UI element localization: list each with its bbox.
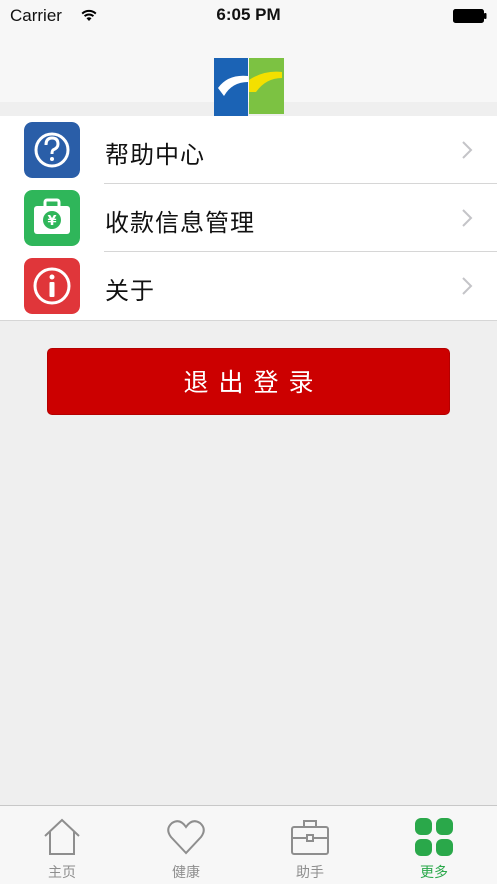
- menu-item-about[interactable]: 关于: [0, 252, 497, 320]
- info-icon: [24, 258, 80, 314]
- battery-icon: [453, 9, 487, 23]
- menu-item-payment-info[interactable]: ¥ 收款信息管理: [0, 184, 497, 252]
- tab-more[interactable]: 更多: [372, 806, 496, 884]
- chevron-right-icon: [462, 209, 473, 227]
- menu-item-label: 关于: [105, 277, 155, 305]
- chevron-right-icon: [462, 277, 473, 295]
- briefcase-icon: [291, 820, 329, 855]
- tab-home[interactable]: 主页: [0, 806, 124, 884]
- home-icon: [44, 818, 80, 855]
- tab-assistant[interactable]: 助手: [248, 806, 372, 884]
- navigation-bar: [0, 32, 497, 126]
- tab-label: 更多: [420, 865, 448, 881]
- help-question-icon: [24, 122, 80, 178]
- wallet-yuan-icon: ¥: [24, 190, 80, 246]
- grid-icon: [415, 818, 453, 856]
- svg-text:¥: ¥: [47, 214, 56, 229]
- tab-health[interactable]: 健康: [124, 806, 248, 884]
- menu-item-label: 帮助中心: [105, 141, 205, 169]
- tab-bar: 主页 健康 助手 更多: [0, 805, 497, 884]
- menu-item-help-center[interactable]: 帮助中心: [0, 116, 497, 184]
- tab-label: 健康: [172, 865, 200, 881]
- clock: 6:05 PM: [216, 5, 281, 24]
- tab-label: 助手: [296, 865, 324, 881]
- tab-label: 主页: [48, 865, 76, 881]
- chevron-right-icon: [462, 141, 473, 159]
- status-bar: Carrier 6:05 PM: [0, 0, 497, 32]
- settings-menu: 帮助中心 ¥ 收款信息管理 关于: [0, 116, 497, 321]
- logout-button[interactable]: 退出登录: [47, 348, 450, 415]
- heart-icon: [167, 820, 205, 855]
- menu-item-label: 收款信息管理: [105, 209, 255, 237]
